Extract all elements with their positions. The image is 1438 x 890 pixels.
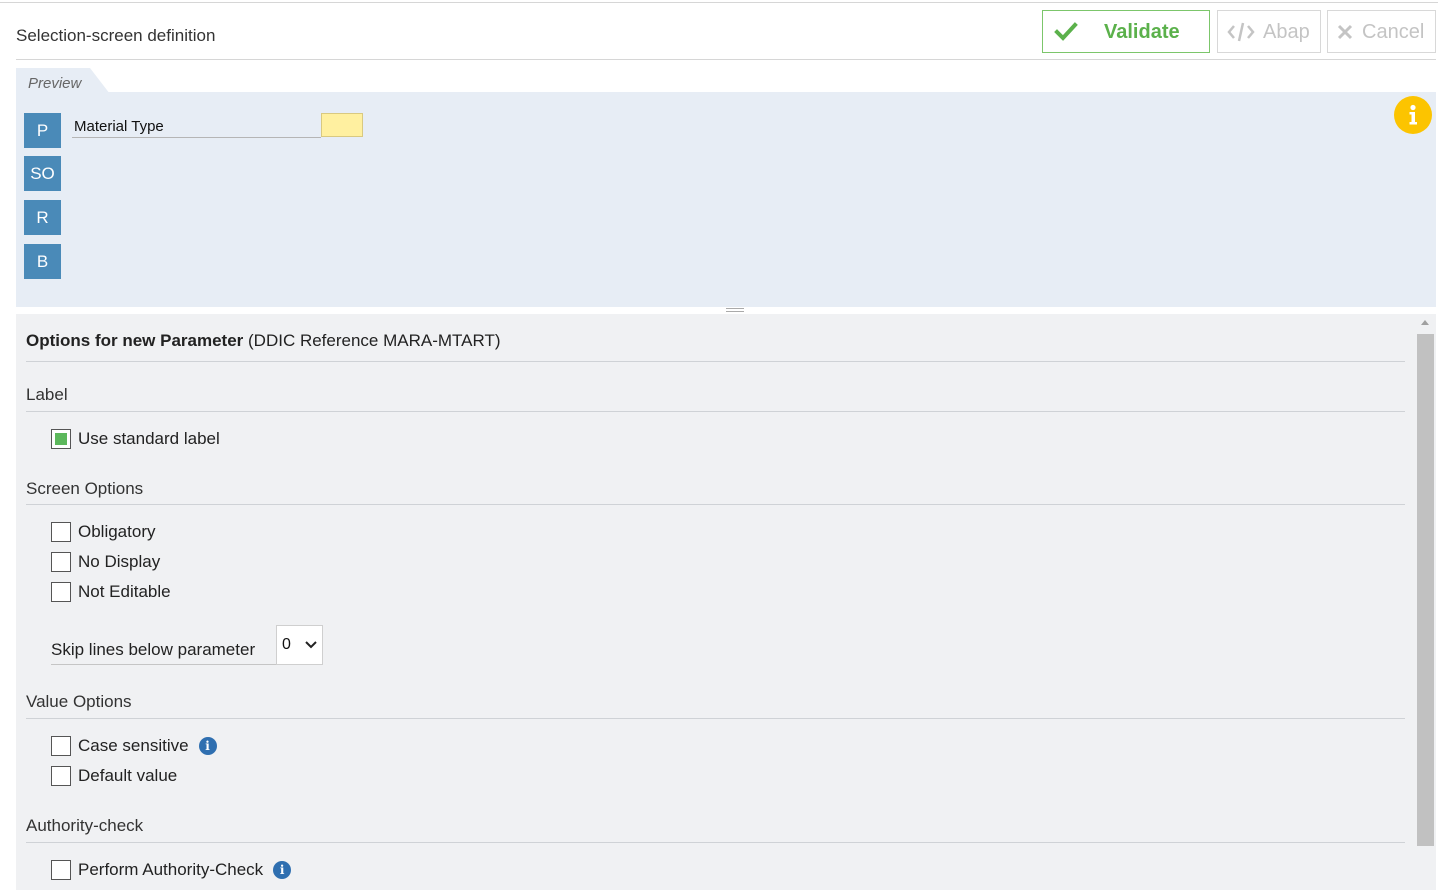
authority-check-text: Perform Authority-Check	[78, 860, 264, 879]
not-editable-box[interactable]	[51, 582, 71, 602]
default-value-checkbox[interactable]: Default value	[51, 766, 177, 786]
abap-label: Abap	[1263, 21, 1310, 43]
preview-tab-label: Preview	[28, 75, 82, 92]
no-display-text: No Display	[78, 552, 161, 571]
no-display-box[interactable]	[51, 552, 71, 572]
section-screen-divider	[26, 504, 1405, 505]
add-select-option-button[interactable]: SO	[24, 156, 61, 191]
section-label-divider	[26, 411, 1405, 412]
authority-check-info-icon[interactable]: i	[273, 861, 292, 879]
code-icon	[1227, 22, 1255, 42]
case-sensitive-text: Case sensitive	[78, 736, 189, 755]
use-standard-label-checkbox[interactable]: Use standard label	[51, 429, 220, 449]
add-radiobutton-button[interactable]: R	[24, 200, 61, 235]
title-divider	[26, 361, 1405, 362]
section-authority-heading: Authority-check	[26, 816, 144, 835]
obligatory-box[interactable]	[51, 522, 71, 542]
preview-field-label-text: Material Type	[74, 118, 164, 135]
not-editable-checkbox[interactable]: Not Editable	[51, 582, 171, 602]
info-button[interactable]	[1394, 96, 1432, 134]
use-standard-label-box[interactable]	[51, 429, 71, 449]
skip-lines-label: Skip lines below parameter	[51, 639, 276, 665]
section-value-heading: Value Options	[26, 692, 132, 711]
preview-field-label: Material Type	[72, 114, 321, 138]
info-icon	[1409, 104, 1417, 125]
section-authority-divider	[26, 842, 1405, 843]
scroll-up-arrow-icon[interactable]	[1421, 320, 1429, 325]
options-scrollbar[interactable]	[1417, 314, 1436, 890]
validate-button[interactable]: Validate	[1042, 10, 1210, 53]
obligatory-text: Obligatory	[78, 522, 156, 541]
chevron-down-icon	[305, 641, 317, 649]
preview-tab: Preview	[16, 68, 110, 94]
splitter-handle[interactable]	[726, 308, 744, 312]
options-title-bold: Options for new Parameter	[26, 331, 244, 350]
options-title: Options for new Parameter (DDIC Referenc…	[26, 331, 501, 351]
case-sensitive-checkbox[interactable]: Case sensitive i	[51, 736, 217, 756]
section-label-heading: Label	[26, 385, 68, 404]
default-value-text: Default value	[78, 766, 178, 785]
header-divider	[16, 59, 1436, 60]
validate-label: Validate	[1104, 21, 1180, 43]
options-title-reference: (DDIC Reference MARA-MTART)	[243, 331, 501, 350]
checkmark-icon	[1054, 22, 1078, 41]
cancel-button[interactable]: Cancel	[1327, 10, 1436, 53]
section-value-divider	[26, 718, 1405, 719]
add-block-button[interactable]: B	[24, 244, 61, 279]
close-icon	[1337, 24, 1353, 40]
section-screen-heading: Screen Options	[26, 479, 144, 498]
default-value-box[interactable]	[51, 766, 71, 786]
use-standard-label-text: Use standard label	[78, 429, 220, 448]
scroll-thumb[interactable]	[1417, 334, 1434, 846]
page-title: Selection-screen definition	[16, 26, 216, 45]
abap-button[interactable]: Abap	[1217, 10, 1321, 53]
preview-field-input[interactable]	[321, 113, 363, 137]
skip-lines-value: 0	[282, 636, 291, 653]
authority-check-box[interactable]	[51, 860, 71, 880]
not-editable-text: Not Editable	[78, 582, 171, 601]
preview-panel: P SO R B Material Type	[16, 92, 1436, 307]
authority-check-checkbox[interactable]: Perform Authority-Check i	[51, 860, 292, 880]
no-display-checkbox[interactable]: No Display	[51, 552, 160, 572]
case-sensitive-box[interactable]	[51, 736, 71, 756]
cancel-label: Cancel	[1362, 21, 1425, 43]
case-sensitive-info-icon[interactable]: i	[198, 737, 217, 755]
obligatory-checkbox[interactable]: Obligatory	[51, 522, 155, 542]
skip-lines-select[interactable]: 0	[276, 625, 323, 665]
add-parameter-button[interactable]: P	[24, 113, 61, 148]
options-panel: Options for new Parameter (DDIC Referenc…	[16, 314, 1436, 890]
